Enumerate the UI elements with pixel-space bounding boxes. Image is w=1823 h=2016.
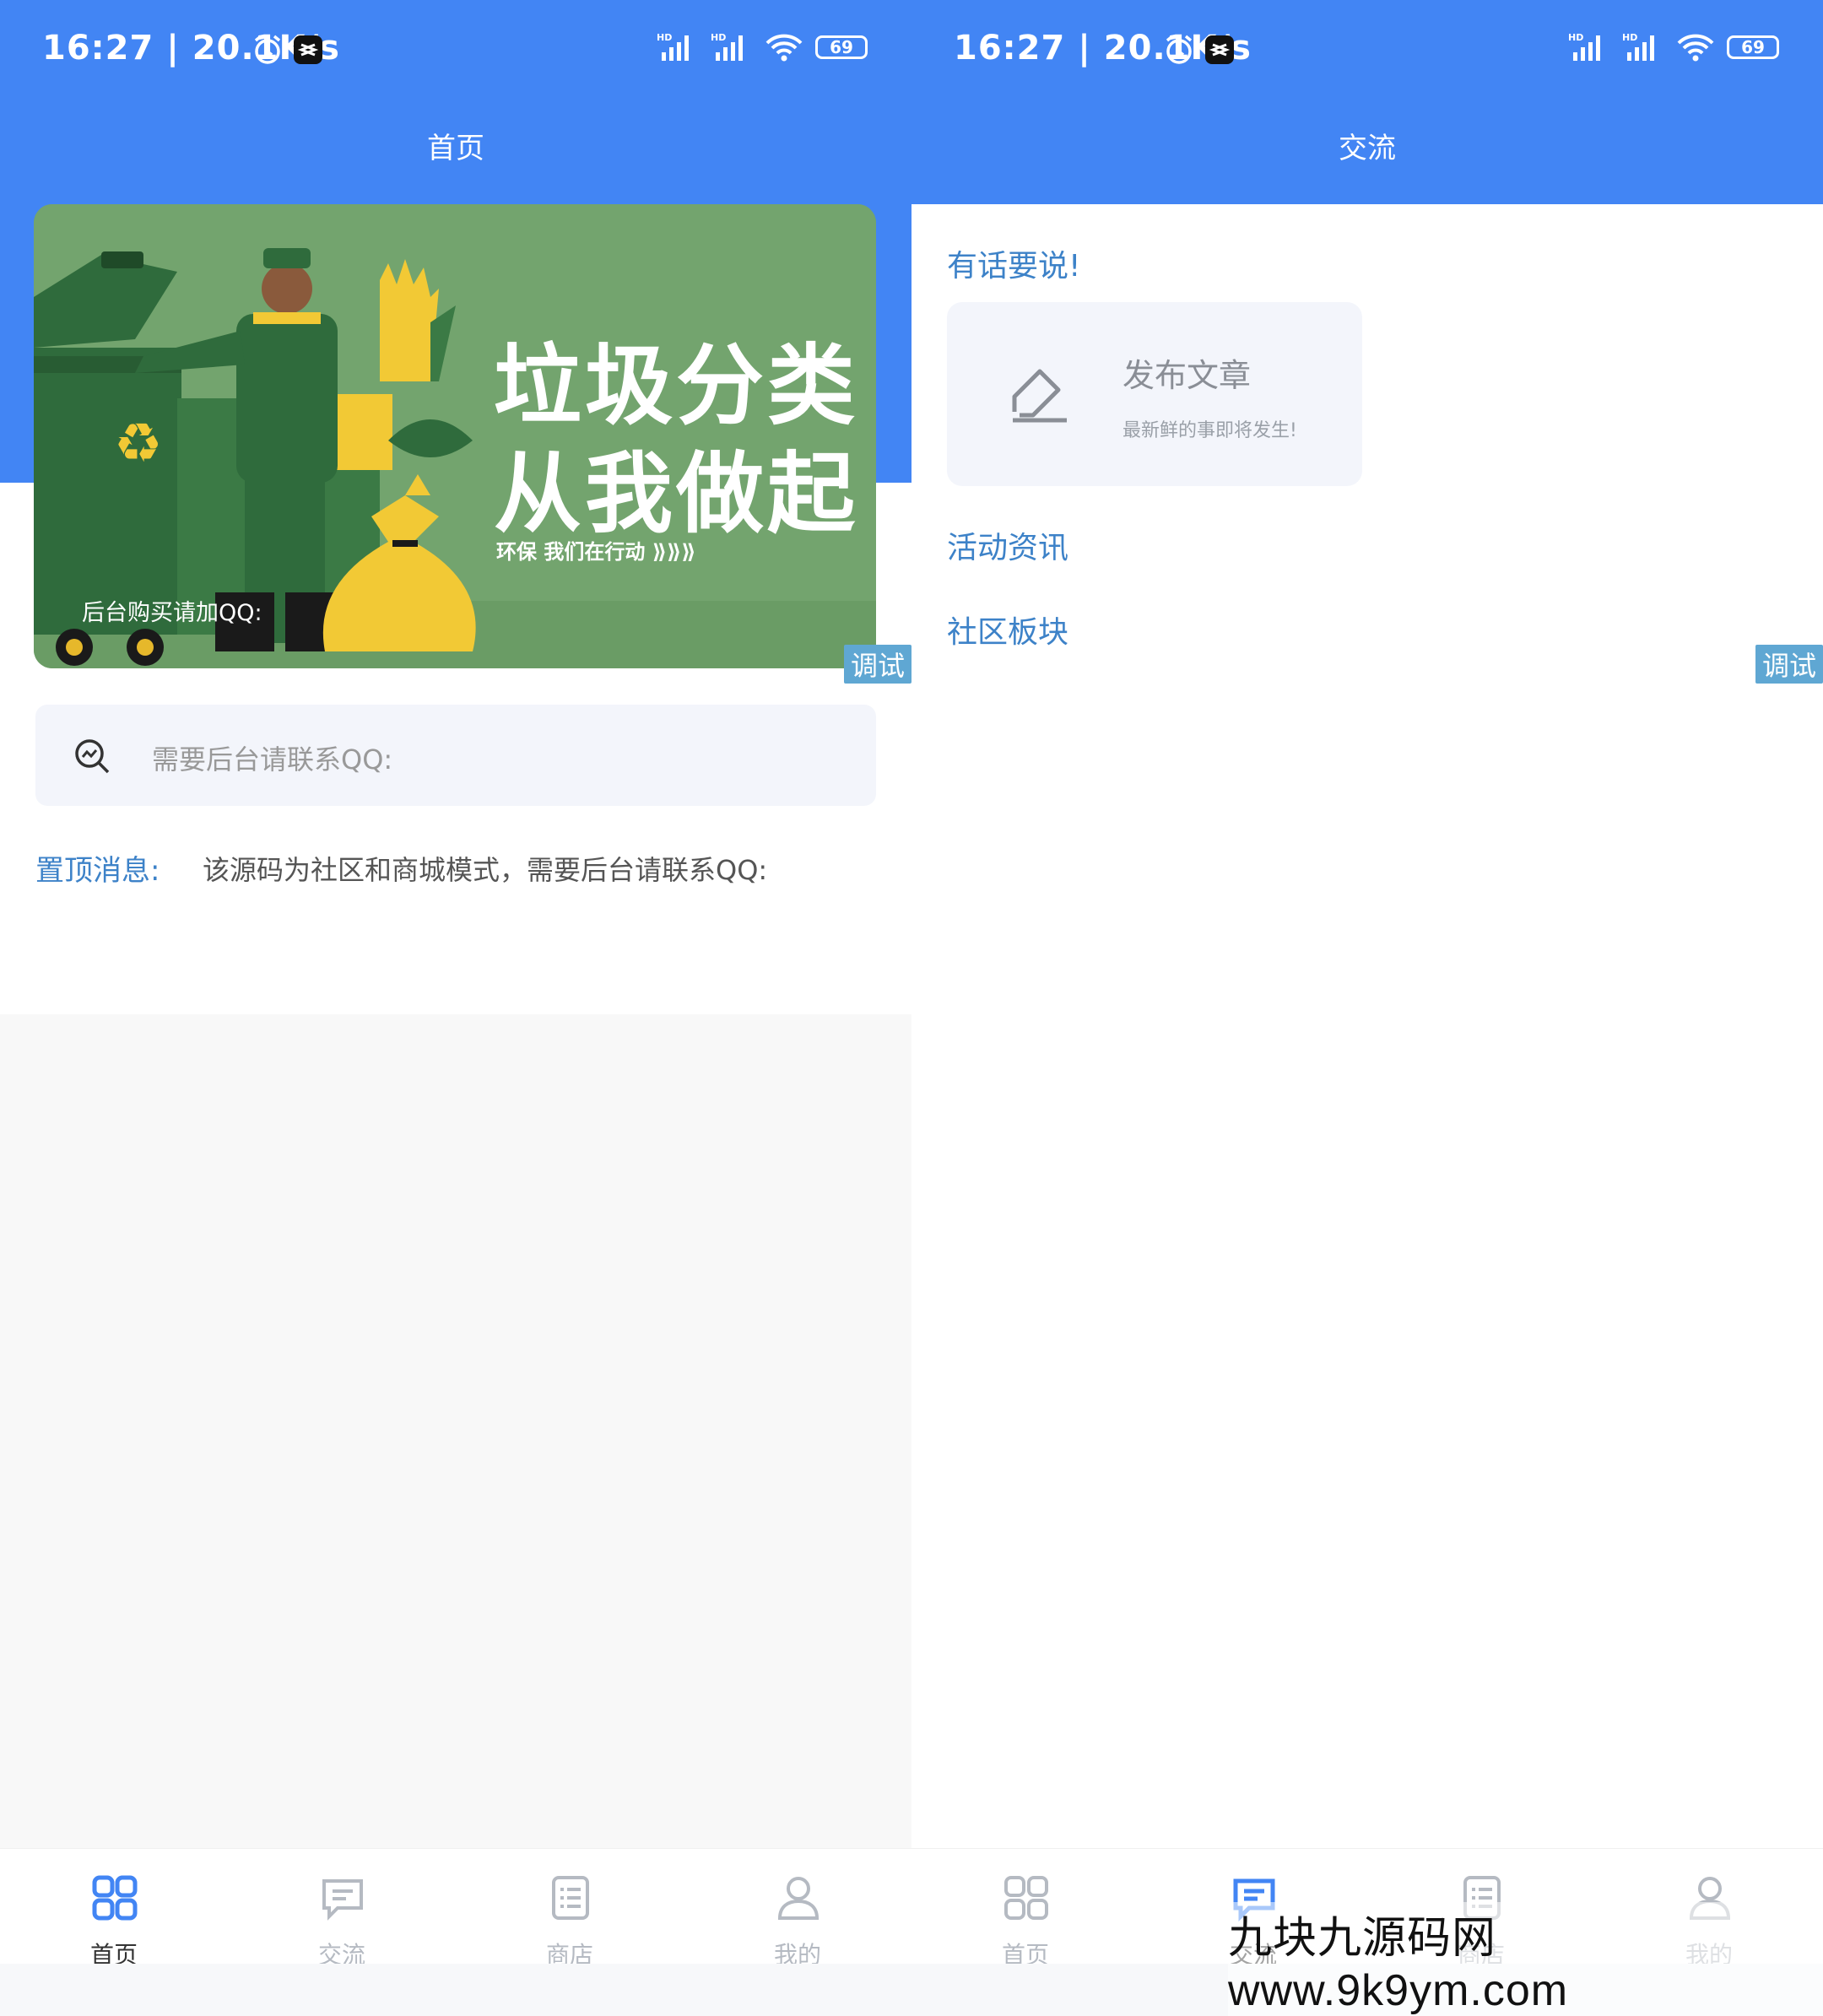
- svg-text:HD: HD: [1568, 32, 1583, 43]
- tab-label: 首页: [89, 1941, 138, 1964]
- alarm-icon: [1166, 35, 1193, 64]
- edit-icon: [1012, 369, 1067, 423]
- tab-label: 商店: [545, 1941, 593, 1964]
- wifi-icon: [1677, 34, 1714, 62]
- signal-icon: HD: [1622, 32, 1654, 61]
- pinned-notice-label: 置顶消息:: [35, 854, 160, 888]
- bottom-tab-bar: 首页 交流 商店 我的: [0, 1848, 912, 1964]
- banner-caption: 后台购买请加QQ:: [82, 600, 262, 626]
- app-notification-icon: [294, 35, 322, 64]
- chat-icon: [322, 1879, 363, 1921]
- page-title: 首页: [427, 132, 484, 165]
- page-title: 交流: [1339, 132, 1396, 165]
- tab-label: 交流: [317, 1941, 365, 1964]
- battery-icon: 69: [815, 35, 868, 59]
- tab-label: 首页: [1001, 1941, 1049, 1964]
- tab-home[interactable]: 首页: [912, 1849, 1139, 1964]
- svg-text:HD: HD: [657, 32, 672, 43]
- banner-carousel[interactable]: ♻ 垃圾分类 从我做起 环保 我们在行动 ⟫⟫⟫ 后台购买请加QQ:: [34, 204, 876, 668]
- publish-title: 发布文章: [1122, 357, 1252, 394]
- tab-profile[interactable]: 我的: [684, 1849, 912, 1964]
- signal-icon: HD: [657, 32, 689, 61]
- wifi-icon: [765, 34, 803, 62]
- community-screen: 16:27 | 20.1K/s HD HD 69 交流 有话要说! 发布文章 最…: [912, 0, 1823, 1964]
- status-bar: 16:27 | 20.1K/s HD HD 69: [0, 0, 912, 101]
- section-title-activity[interactable]: 活动资讯: [947, 523, 1068, 567]
- signal-icon: HD: [1568, 32, 1600, 61]
- banner-title: 从我做起: [494, 442, 859, 545]
- status-bar: 16:27 | 20.1K/s HD HD 69: [912, 0, 1823, 101]
- pinned-notice-text[interactable]: 该源码为社区和商城模式，需要后台请联系QQ:: [203, 849, 767, 888]
- banner-subtitle: 环保 我们在行动 ⟫⟫⟫: [496, 540, 696, 564]
- svg-text:HD: HD: [711, 32, 726, 43]
- search-bar[interactable]: 需要后台请联系QQ:: [35, 705, 876, 806]
- section-title-community[interactable]: 社区板块: [947, 608, 1068, 651]
- debug-button[interactable]: 调试: [844, 645, 912, 684]
- tab-chat[interactable]: 交流: [228, 1849, 456, 1964]
- home-screen: 16:27 | 20.1K/s HD HD 69 首页 ♻ 垃圾分类 从我做起 …: [0, 0, 912, 1964]
- app-notification-icon: [1205, 35, 1234, 64]
- alarm-icon: [254, 35, 281, 64]
- list-icon: [552, 1876, 589, 1920]
- svg-text:HD: HD: [1622, 32, 1637, 43]
- tab-home[interactable]: 首页: [0, 1849, 228, 1964]
- battery-icon: 69: [1727, 35, 1779, 59]
- svg-text:♻: ♻: [114, 413, 162, 475]
- debug-button[interactable]: 调试: [1755, 645, 1823, 684]
- search-input: 需要后台请联系QQ:: [152, 743, 393, 776]
- watermark-text: 九块九源码网 www.9k9ym.com: [1228, 1902, 1823, 2016]
- section-title-speak: 有话要说!: [947, 249, 1081, 284]
- search-icon: [75, 739, 110, 774]
- grid-icon: [92, 1875, 138, 1921]
- publish-subtitle: 最新鲜的事即将发生!: [1122, 420, 1297, 441]
- grid-icon: [1004, 1876, 1048, 1920]
- signal-icon: HD: [711, 32, 743, 61]
- user-icon: [777, 1877, 820, 1920]
- tab-label: 我的: [773, 1941, 821, 1964]
- tab-shop[interactable]: 商店: [456, 1849, 684, 1964]
- publish-article-card[interactable]: 发布文章 最新鲜的事即将发生!: [947, 302, 1362, 486]
